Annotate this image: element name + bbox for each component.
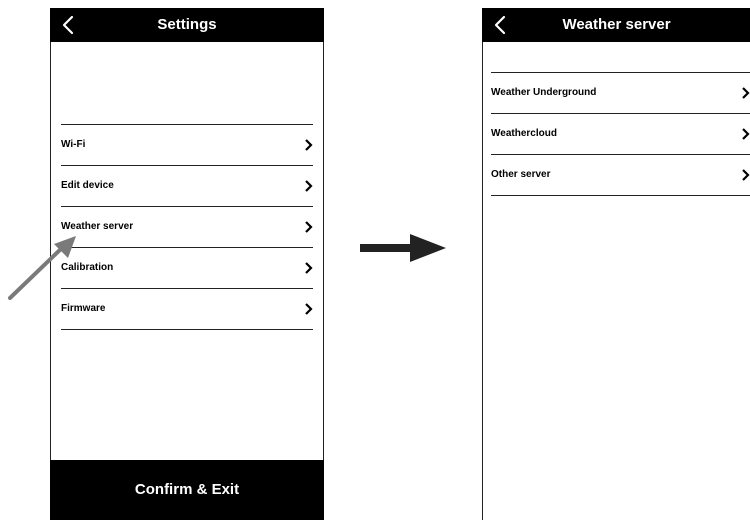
- chevron-right-icon: [304, 179, 313, 193]
- menu-item-wifi[interactable]: Wi-Fi: [61, 125, 313, 166]
- settings-menu: Wi-Fi Edit device Weather server Calibra…: [61, 124, 313, 330]
- menu-item-label: Weather Underground: [491, 87, 597, 98]
- confirm-exit-button[interactable]: Confirm & Exit: [50, 460, 324, 520]
- menu-item-label: Weathercloud: [491, 128, 557, 139]
- chevron-right-icon: [741, 127, 750, 141]
- menu-item-label: Edit device: [61, 180, 114, 191]
- chevron-right-icon: [304, 138, 313, 152]
- menu-item-other-server[interactable]: Other server: [491, 155, 750, 196]
- menu-item-firmware[interactable]: Firmware: [61, 289, 313, 330]
- menu-item-weather-underground[interactable]: Weather Underground: [491, 73, 750, 114]
- settings-header: Settings: [50, 8, 324, 42]
- chevron-right-icon: [741, 86, 750, 100]
- menu-item-weathercloud[interactable]: Weathercloud: [491, 114, 750, 155]
- weather-server-header: Weather server: [482, 8, 750, 42]
- weather-server-menu: Weather Underground Weathercloud Other s…: [491, 72, 750, 196]
- menu-item-label: Other server: [491, 169, 551, 180]
- arrow-right-icon: [360, 234, 446, 262]
- chevron-right-icon: [304, 302, 313, 316]
- weather-server-screen: Weather server Weather Underground Weath…: [482, 8, 750, 520]
- chevron-right-icon: [741, 168, 750, 182]
- chevron-right-icon: [304, 261, 313, 275]
- menu-item-label: Wi-Fi: [61, 139, 86, 150]
- menu-item-calibration[interactable]: Calibration: [61, 248, 313, 289]
- chevron-right-icon: [304, 220, 313, 234]
- pointer-arrow-icon: [8, 236, 76, 300]
- menu-item-weather-server[interactable]: Weather server: [61, 207, 313, 248]
- page-title: Weather server: [562, 16, 671, 33]
- page-title: Settings: [157, 16, 217, 33]
- menu-item-edit-device[interactable]: Edit device: [61, 166, 313, 207]
- settings-screen: Settings Wi-Fi Edit device Weather serve…: [50, 8, 324, 520]
